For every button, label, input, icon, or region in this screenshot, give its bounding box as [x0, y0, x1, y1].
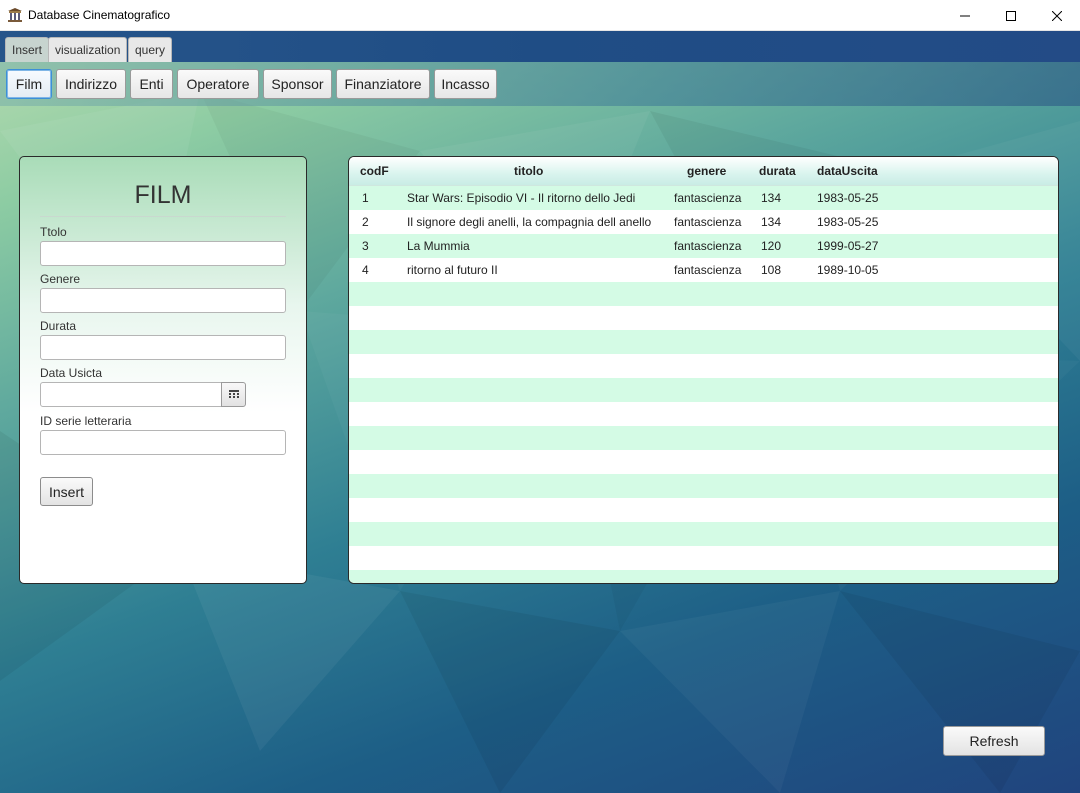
empty-row: [349, 546, 1058, 570]
table-header: codF titolo genere durata dataUscita: [349, 157, 1058, 186]
cell-datauscita: 1989-10-05: [817, 263, 879, 277]
title-label: Ttolo: [40, 225, 67, 239]
cell-codf: 4: [362, 263, 369, 277]
enti-button[interactable]: Enti: [130, 69, 173, 99]
cell-genere: fantascienza: [674, 215, 742, 229]
cell-datauscita: 1999-05-27: [817, 239, 879, 253]
cell-durata: 120: [761, 239, 782, 253]
form-title: FILM: [134, 181, 192, 209]
table-row[interactable]: 4 ritorno al futuro II fantascienza 108 …: [349, 258, 1058, 282]
film-button[interactable]: Film: [6, 69, 52, 99]
empty-row: [349, 570, 1058, 583]
maximize-button[interactable]: [988, 0, 1034, 31]
minimize-button[interactable]: [942, 0, 988, 31]
empty-row: [349, 498, 1058, 522]
window-titlebar: Database Cinematografico: [0, 0, 1080, 31]
building-icon: [7, 7, 23, 23]
column-header-codf[interactable]: codF: [360, 164, 389, 178]
empty-row: [349, 450, 1058, 474]
empty-row: [349, 354, 1058, 378]
cell-codf: 1: [362, 191, 369, 205]
column-header-durata[interactable]: durata: [759, 164, 796, 178]
cell-titolo: La Mummia: [407, 239, 470, 253]
tab-query[interactable]: query: [128, 37, 173, 62]
indirizzo-button[interactable]: Indirizzo: [56, 69, 126, 99]
sponsor-button[interactable]: Sponsor: [263, 69, 332, 99]
cell-durata: 108: [761, 263, 782, 277]
refresh-button[interactable]: Refresh: [943, 726, 1045, 756]
table-row[interactable]: 3 La Mummia fantascienza 120 1999-05-27: [349, 234, 1058, 258]
empty-row: [349, 282, 1058, 306]
cell-titolo: Il signore degli anelli, la compagnia de…: [407, 215, 652, 229]
film-table[interactable]: codF titolo genere durata dataUscita 1 S…: [348, 156, 1059, 584]
cell-titolo: ritorno al futuro II: [407, 263, 498, 277]
cell-datauscita: 1983-05-25: [817, 191, 879, 205]
column-header-genere[interactable]: genere: [687, 164, 726, 178]
title-input[interactable]: [40, 241, 286, 266]
cell-durata: 134: [761, 215, 782, 229]
empty-row: [349, 306, 1058, 330]
tab-bar: Insert visualization query: [0, 31, 1080, 62]
empty-row: [349, 378, 1058, 402]
empty-row: [349, 402, 1058, 426]
table-body: 1 Star Wars: Episodio VI - Il ritorno de…: [349, 186, 1058, 583]
entity-toolbar: Film Indirizzo Enti Operatore Sponsor Fi…: [0, 62, 1080, 106]
release-date-input[interactable]: [40, 382, 222, 407]
series-id-label: ID serie letteraria: [40, 414, 132, 428]
calendar-picker-button[interactable]: [221, 382, 246, 407]
tab-insert[interactable]: Insert: [5, 37, 50, 62]
app-content: Insert visualization query Film Indirizz…: [0, 31, 1080, 793]
cell-codf: 3: [362, 239, 369, 253]
empty-row: [349, 330, 1058, 354]
cell-genere: fantascienza: [674, 191, 742, 205]
calendar-icon: [228, 386, 239, 404]
table-row[interactable]: 2 Il signore degli anelli, la compagnia …: [349, 210, 1058, 234]
empty-row: [349, 522, 1058, 546]
genre-label: Genere: [40, 272, 81, 286]
cell-titolo: Star Wars: Episodio VI - Il ritorno dell…: [407, 191, 636, 205]
column-header-datauscita[interactable]: dataUscita: [817, 164, 878, 178]
incasso-button[interactable]: Incasso: [434, 69, 497, 99]
tab-visualization[interactable]: visualization: [48, 37, 128, 62]
duration-label: Durata: [40, 319, 77, 333]
cell-genere: fantascienza: [674, 239, 742, 253]
release-date-label: Data Usicta: [40, 366, 103, 380]
column-header-titolo[interactable]: titolo: [514, 164, 543, 178]
table-row[interactable]: 1 Star Wars: Episodio VI - Il ritorno de…: [349, 186, 1058, 210]
operatore-button[interactable]: Operatore: [177, 69, 259, 99]
window-title: Database Cinematografico: [28, 8, 171, 22]
form-divider: [40, 216, 286, 217]
genre-input[interactable]: [40, 288, 286, 313]
close-button[interactable]: [1034, 0, 1080, 31]
empty-row: [349, 426, 1058, 450]
duration-input[interactable]: [40, 335, 286, 360]
cell-codf: 2: [362, 215, 369, 229]
insert-button[interactable]: Insert: [40, 477, 93, 506]
film-form-panel: FILM Ttolo Genere Durata Data Usicta ID …: [19, 156, 307, 584]
cell-durata: 134: [761, 191, 782, 205]
cell-datauscita: 1983-05-25: [817, 215, 879, 229]
empty-row: [349, 474, 1058, 498]
series-id-input[interactable]: [40, 430, 286, 455]
finanziatore-button[interactable]: Finanziatore: [336, 69, 430, 99]
cell-genere: fantascienza: [674, 263, 742, 277]
